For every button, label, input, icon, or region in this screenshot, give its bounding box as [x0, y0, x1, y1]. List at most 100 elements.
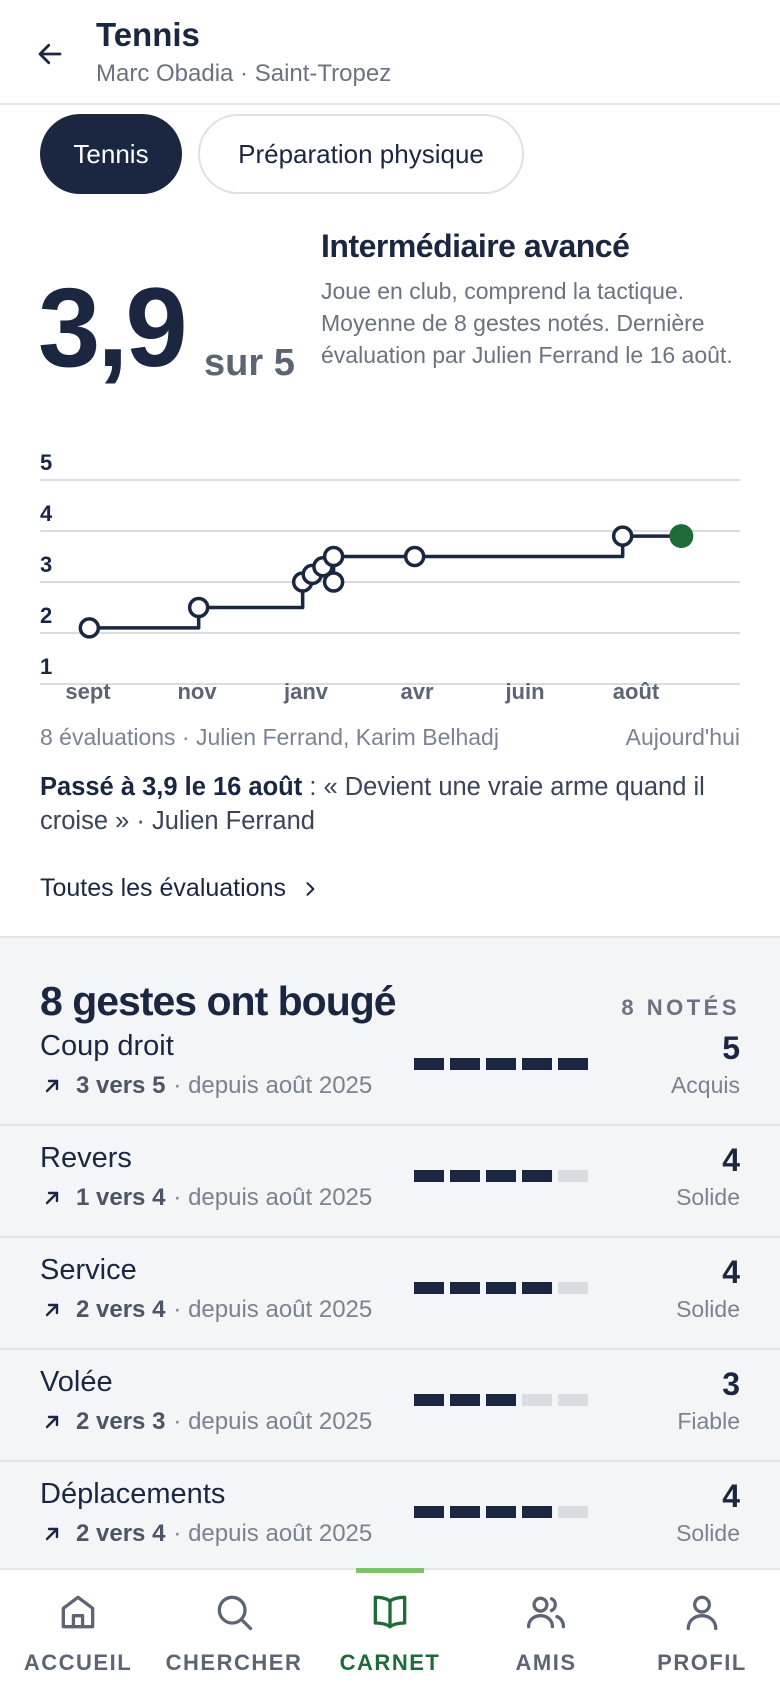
level-bar-segment: [522, 1394, 552, 1406]
data-point: [611, 525, 634, 547]
gesture-name: Coup droit: [40, 1030, 174, 1062]
tab-tennis[interactable]: Tennis: [40, 114, 182, 194]
current-point: [669, 524, 694, 549]
gesture-since: · depuis août 2025: [173, 1408, 373, 1435]
level-bar-segment: [522, 1506, 552, 1518]
gesture-level-label: Solide: [676, 1184, 740, 1210]
data-point: [322, 545, 345, 568]
gesture-trend: 1 vers 4 · depuis août 2025: [40, 1184, 372, 1212]
chart-today-label: Aujourd'hui: [625, 724, 740, 750]
gesture-trend-value: 1 vers 4: [76, 1184, 166, 1211]
level-bars: [414, 1506, 588, 1518]
gesture-trend: 3 vers 5 · depuis août 2025: [40, 1072, 372, 1100]
nav-label-chercher: CHERCHER: [165, 1650, 303, 1675]
level-description: Joue en club, comprend la tactique. Moye…: [321, 278, 733, 368]
gesture-row[interactable]: Service 2 vers 4 · depuis août 2025 4 Solide: [0, 1238, 780, 1350]
all-evaluations-link[interactable]: Toutes les évaluations: [40, 874, 320, 903]
gesture-since: · depuis août 2025: [173, 1520, 373, 1547]
nav-item-amis[interactable]: AMIS: [468, 1570, 624, 1688]
nav-item-accueil[interactable]: ACCUEIL: [0, 1570, 156, 1688]
nav-item-carnet[interactable]: CARNET: [312, 1570, 468, 1688]
level-bar-segment: [558, 1394, 588, 1406]
gesture-score: 4: [722, 1254, 740, 1290]
gestures-section: 8 gestes ont bougé 8 NOTÉS Coup droit 3 v…: [0, 936, 780, 1568]
y-tick-label: 3: [40, 552, 52, 577]
nav-label-carnet: CARNET: [339, 1650, 441, 1675]
gesture-level-label: Acquis: [670, 1072, 740, 1098]
x-tick-label: sept: [65, 679, 111, 704]
level-bar-segment: [522, 1282, 552, 1294]
gesture-level-label: Fiable: [677, 1408, 740, 1434]
gesture-score: 4: [722, 1478, 740, 1514]
user-icon: [686, 1595, 718, 1631]
gesture-level-label: Solide: [676, 1296, 740, 1322]
gesture-trend-value: 2 vers 4: [76, 1296, 166, 1323]
gesture-name: Déplacements: [40, 1478, 226, 1510]
level-bar-segment: [522, 1058, 552, 1070]
gesture-trend-value: 2 vers 3: [76, 1408, 166, 1435]
bottom-nav: ACCUEIL CHERCHER CARNET AMIS PROFIL: [0, 1568, 780, 1688]
trend-up-icon: [45, 1303, 59, 1317]
arrow-left-icon: [38, 43, 62, 65]
y-tick-label: 2: [40, 603, 52, 628]
level-bar-segment: [558, 1282, 588, 1294]
gesture-level-label: Solide: [676, 1520, 740, 1546]
gesture-name: Revers: [40, 1142, 132, 1174]
gesture-row[interactable]: Déplacements 2 vers 4 · depuis août 2025 4 S…: [0, 1462, 780, 1568]
gesture-name: Service: [40, 1254, 137, 1286]
x-tick-label: août: [613, 679, 660, 704]
level-bar-segment: [522, 1170, 552, 1182]
tab-preparation-physique[interactable]: Préparation physique: [198, 114, 524, 194]
page-subtitle: Marc Obadia · Saint-Tropez: [96, 60, 392, 87]
all-evaluations-label: Toutes les évaluations: [40, 874, 286, 902]
chart-meta: 8 évaluations · Julien Ferrand, Karim Be…: [40, 724, 740, 751]
nav-item-chercher[interactable]: CHERCHER: [156, 1570, 312, 1688]
gesture-row[interactable]: Revers 1 vers 4 · depuis août 2025 4 Solide: [0, 1126, 780, 1238]
level-bar-segment: [450, 1506, 480, 1518]
nav-label-profil: PROFIL: [657, 1650, 747, 1675]
gesture-since: · depuis août 2025: [173, 1072, 373, 1099]
level-bar-segment: [558, 1170, 588, 1182]
data-point: [187, 596, 210, 619]
page-title: Tennis: [96, 16, 200, 53]
x-tick-label: avr: [400, 679, 433, 704]
x-tick-label: janv: [283, 679, 329, 704]
data-point: [78, 617, 101, 639]
level-bar-segment: [450, 1282, 480, 1294]
gesture-score: 5: [722, 1030, 740, 1066]
search-icon: [217, 1595, 253, 1631]
level-bar-segment: [558, 1058, 588, 1070]
level-bar-segment: [558, 1506, 588, 1518]
users-icon: [526, 1596, 566, 1629]
gesture-trend: 2 vers 4 · depuis août 2025: [40, 1296, 372, 1324]
level-title: Intermédiaire avancé: [321, 228, 630, 264]
nav-item-profil[interactable]: PROFIL: [624, 1570, 780, 1688]
level-bar-segment: [486, 1282, 516, 1294]
x-tick-label: nov: [177, 679, 217, 704]
data-point: [322, 571, 345, 593]
level-bars: [414, 1058, 588, 1070]
x-tick-label: juin: [504, 679, 544, 704]
level-bar-segment: [414, 1058, 444, 1070]
gesture-trend: 2 vers 3 · depuis août 2025: [40, 1408, 372, 1436]
trend-up-icon: [45, 1527, 59, 1541]
gesture-row[interactable]: Coup droit 3 vers 5 · depuis août 2025 5 Acq…: [0, 1014, 780, 1126]
level-bar-segment: [414, 1282, 444, 1294]
trend-up-icon: [45, 1415, 59, 1429]
back-button[interactable]: [30, 34, 70, 74]
nav-label-accueil: ACCUEIL: [23, 1650, 133, 1675]
gesture-score: 4: [722, 1142, 740, 1178]
progress-chart: 5 4 3 2 1 sept nov janv avr juin août: [40, 450, 740, 704]
chevron-right-icon: [306, 881, 315, 896]
score-suffix: sur 5: [204, 342, 295, 384]
trend-up-icon: [45, 1191, 59, 1205]
y-tick-label: 1: [40, 654, 52, 679]
level-bar-segment: [450, 1170, 480, 1182]
level-bar-segment: [486, 1058, 516, 1070]
book-icon: [373, 1595, 407, 1629]
level-bars: [414, 1170, 588, 1182]
home-icon: [61, 1595, 95, 1629]
level-bar-segment: [450, 1058, 480, 1070]
gesture-row[interactable]: Volée 2 vers 3 · depuis août 2025 3 Fiable: [0, 1350, 780, 1462]
level-bar-segment: [414, 1170, 444, 1182]
